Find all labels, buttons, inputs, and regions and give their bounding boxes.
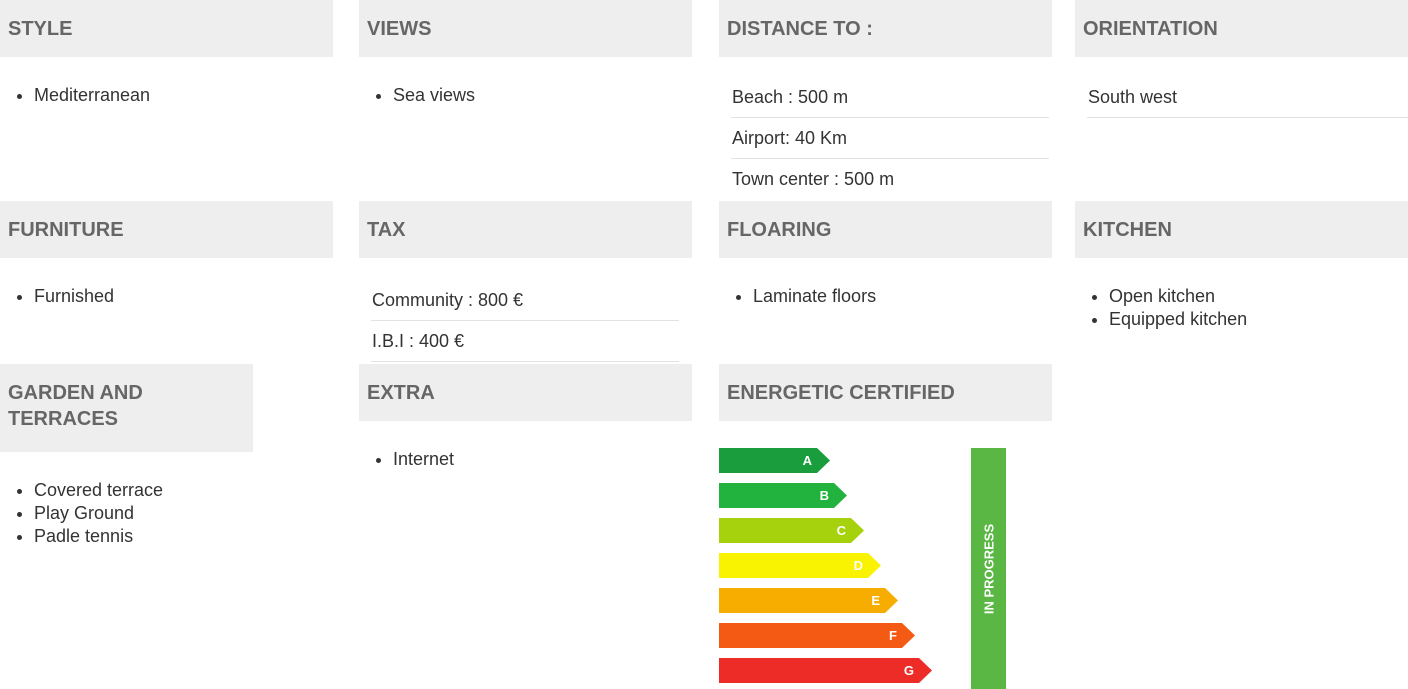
garden-heading: GARDEN AND TERRACES [0,364,253,452]
extra-heading: EXTRA [359,364,692,421]
energy-grade-e: E [719,588,898,613]
views-list: Sea views [359,84,692,107]
energy-grade-letter: C [836,523,846,538]
flooring-heading: FLOARING [719,201,1052,258]
flooring-list: Laminate floors [719,285,1052,308]
list-item: Mediterranean [34,84,333,107]
distance-row: Beach : 500 m [731,77,1049,118]
list-item: Laminate floors [753,285,1052,308]
energy-heading: ENERGETIC CERTIFIED [719,364,1052,421]
energy-grade-letter: D [853,558,863,573]
tax-row: I.B.I : 400 € [371,321,679,362]
kitchen-section: KITCHEN Open kitchen Equipped kitchen [1075,201,1408,331]
energy-grade-letter: B [819,488,829,503]
energy-grade-letter: F [889,628,897,643]
orientation-row: South west [1087,77,1408,118]
energy-status-label: IN PROGRESS [981,523,996,614]
energy-grade-f: F [719,623,915,648]
flooring-section: FLOARING Laminate floors [719,201,1052,308]
energy-grade-letter: E [871,593,880,608]
distance-row: Town center : 500 m [732,169,895,189]
kitchen-heading: KITCHEN [1075,201,1408,258]
distance-row: Airport: 40 Km [731,118,1049,159]
list-item: Furnished [34,285,333,308]
energy-grade-c: C [719,518,864,543]
style-list: Mediterranean [0,84,333,107]
tax-heading: TAX [359,201,692,258]
style-heading: STYLE [0,0,333,57]
energy-grade-letter: A [802,453,812,468]
energy-section: ENERGETIC CERTIFIED [719,364,1052,421]
list-item: Sea views [393,84,692,107]
orientation-heading: ORIENTATION [1075,0,1408,57]
energy-status-bar: IN PROGRESS [971,448,1006,689]
energy-grade-a: A [719,448,830,473]
distance-heading: DISTANCE TO : [719,0,1052,57]
orientation-section: ORIENTATION South west [1075,0,1408,118]
energy-grade-b: B [719,483,847,508]
furniture-list: Furnished [0,285,333,308]
extra-section: EXTRA Internet [359,364,692,471]
furniture-section: FURNITURE Furnished [0,201,333,308]
energy-grade-d: D [719,553,881,578]
list-item: Internet [393,448,692,471]
energy-grade-g: G [719,658,932,683]
style-section: STYLE Mediterranean [0,0,333,107]
list-item: Open kitchen [1109,285,1408,308]
distance-section: DISTANCE TO : Beach : 500 m Airport: 40 … [719,0,1052,199]
list-item: Equipped kitchen [1109,308,1408,331]
list-item: Play Ground [34,502,333,525]
list-item: Padle tennis [34,525,333,548]
list-item: Covered terrace [34,479,333,502]
garden-section: GARDEN AND TERRACES Covered terrace Play… [0,364,333,548]
tax-section: TAX Community : 800 € I.B.I : 400 € [359,201,692,362]
garden-list: Covered terrace Play Ground Padle tennis [0,479,333,548]
energy-grade-letter: G [903,663,914,678]
extra-list: Internet [359,448,692,471]
views-heading: VIEWS [359,0,692,57]
tax-row: Community : 800 € [371,280,679,321]
kitchen-list: Open kitchen Equipped kitchen [1075,285,1408,331]
views-section: VIEWS Sea views [359,0,692,107]
furniture-heading: FURNITURE [0,201,333,258]
